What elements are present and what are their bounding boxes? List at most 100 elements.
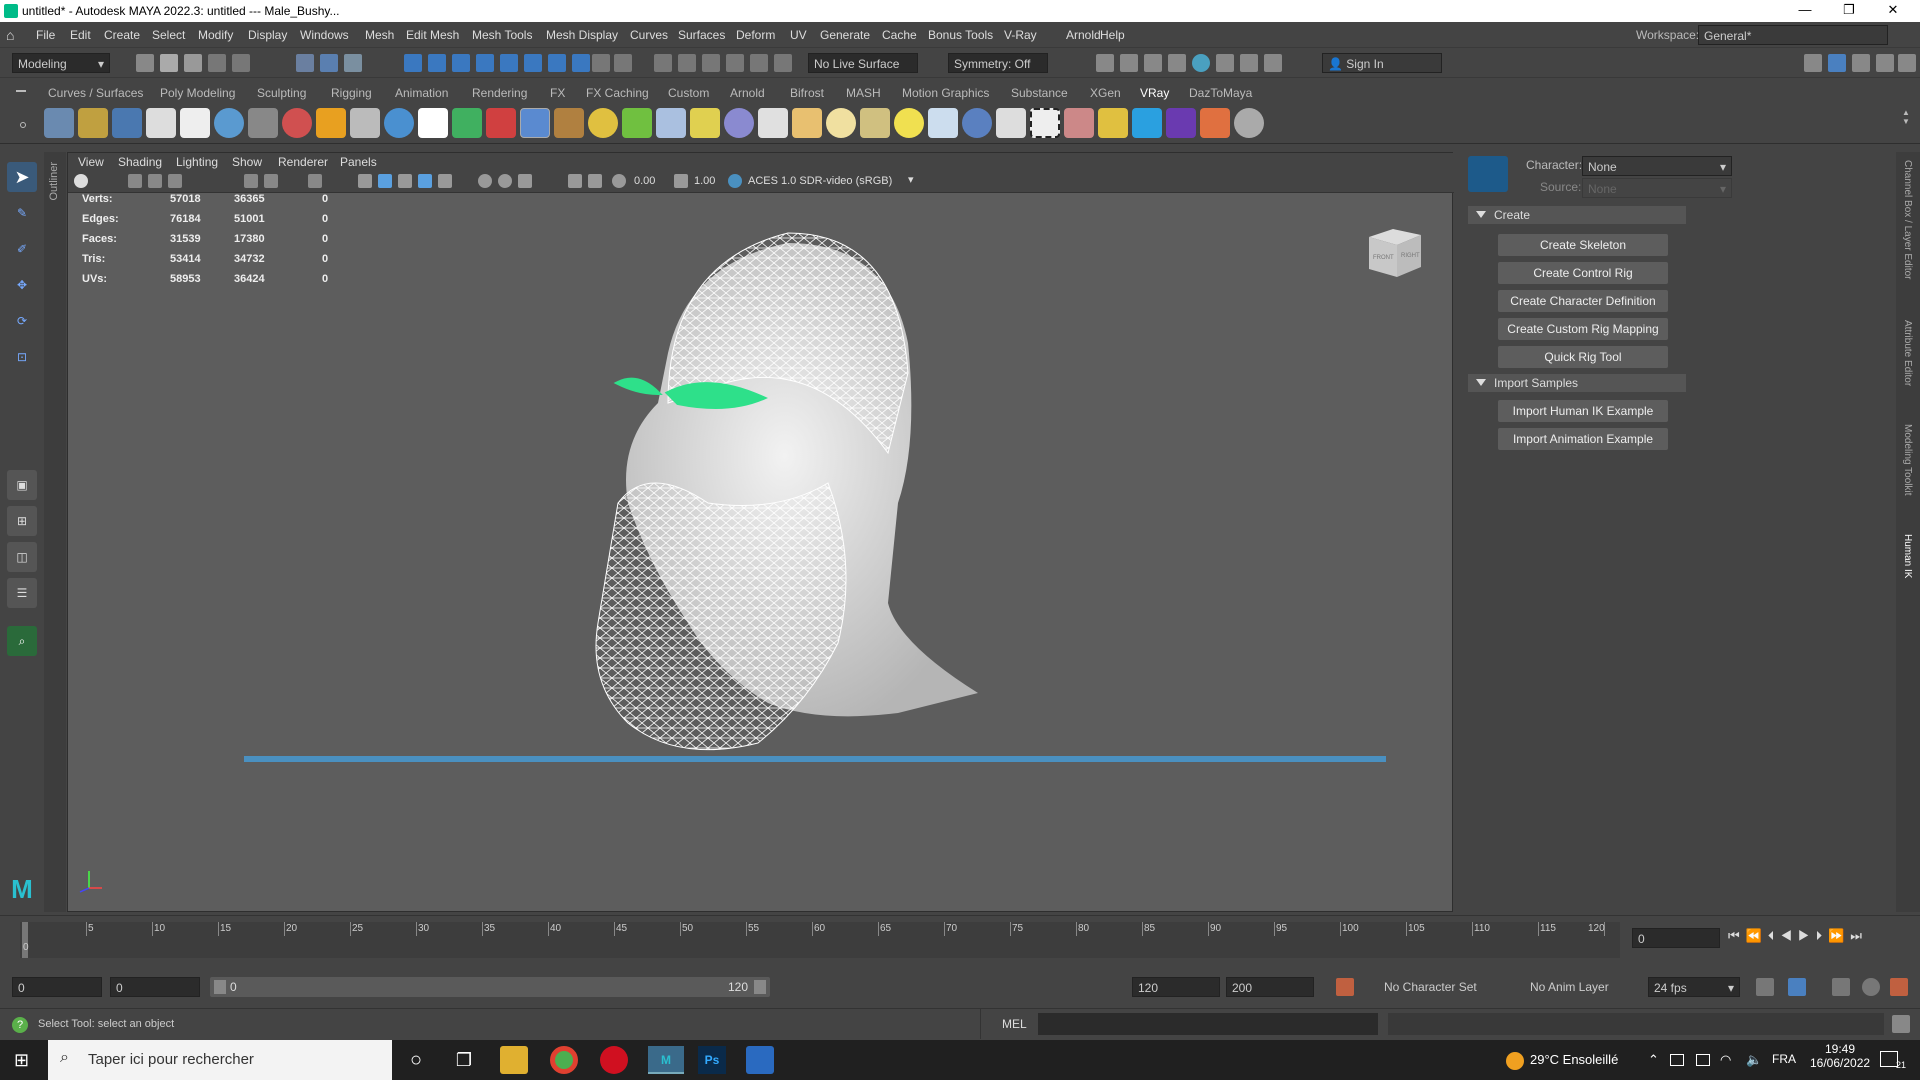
vray-asset-editor-icon[interactable] (112, 108, 142, 138)
animation-prefs-icon[interactable] (1862, 978, 1880, 996)
menu-bonus-tools[interactable]: Bonus Tools (928, 28, 993, 42)
photos-icon[interactable] (746, 1046, 774, 1074)
minimize-button[interactable]: — (1790, 2, 1820, 20)
modeling-toolkit-icon[interactable] (1804, 54, 1822, 72)
attribute-editor-toggle-icon[interactable] (1828, 54, 1846, 72)
snap-midpoint-icon[interactable] (548, 54, 566, 72)
range-slider-handle-left[interactable] (214, 980, 226, 994)
select-tool-icon[interactable]: ➤ (7, 162, 37, 192)
search-icon[interactable]: ⌕ (7, 626, 37, 656)
loop-icon[interactable] (1756, 978, 1774, 996)
weather-text[interactable]: 29°C Ensoleillé (1530, 1052, 1618, 1067)
language-indicator[interactable]: FRA (1772, 1052, 1796, 1066)
script-language-label[interactable]: MEL (1002, 1017, 1027, 1031)
menu-help[interactable]: Help (1100, 28, 1125, 42)
vray-spot-light-icon[interactable] (792, 108, 822, 138)
vray-toggle-icon[interactable] (774, 54, 792, 72)
layer-editor-toggle-icon[interactable] (1898, 54, 1916, 72)
vray-vfb-icon[interactable] (1064, 108, 1094, 138)
light-editor-icon[interactable] (1240, 54, 1258, 72)
menu-vray[interactable]: V-Ray (1004, 28, 1037, 42)
render-view-icon[interactable] (750, 54, 768, 72)
snap-help-icon[interactable] (572, 54, 590, 72)
vray-decal-icon[interactable] (554, 108, 584, 138)
close-button[interactable]: ✕ (1878, 2, 1908, 20)
sound-icon[interactable] (1832, 978, 1850, 996)
vp-menu-renderer[interactable]: Renderer (278, 155, 328, 169)
gamma-value[interactable]: 1.00 (694, 175, 715, 187)
render-sequence-icon[interactable] (1120, 54, 1138, 72)
view-transform-value[interactable]: ACES 1.0 SDR-video (sRGB) (748, 175, 892, 187)
fps-dropdown[interactable]: 24 fps ▾ (1648, 977, 1740, 997)
sign-in-dropdown[interactable]: 👤 Sign In (1322, 53, 1442, 73)
character-dropdown[interactable]: None ▾ (1582, 156, 1732, 176)
vray-ies-light-icon[interactable] (826, 108, 856, 138)
save-scene-icon[interactable] (184, 54, 202, 72)
character-set-dropdown[interactable]: No Character Set (1384, 980, 1477, 994)
side-tab-modeling-toolkit[interactable]: Modeling Toolkit (1902, 424, 1913, 496)
shelf-tab-animation[interactable]: Animation (395, 86, 448, 100)
cortana-icon[interactable]: ○ (402, 1046, 430, 1074)
photoshop-icon[interactable]: Ps (698, 1046, 726, 1074)
script-editor-icon[interactable] (1892, 1015, 1910, 1033)
render-region-icon[interactable] (1144, 54, 1162, 72)
menu-select[interactable]: Select (152, 28, 185, 42)
menu-set-dropdown[interactable]: Modeling ▾ (12, 53, 110, 73)
opera-icon[interactable] (600, 1046, 628, 1074)
menu-generate[interactable]: Generate (820, 28, 870, 42)
snap-surface-icon[interactable] (500, 54, 518, 72)
gamma-icon[interactable] (674, 174, 688, 188)
shelf-tab-xgen[interactable]: XGen (1090, 86, 1121, 100)
exposure-icon[interactable] (612, 174, 626, 188)
snapshot-icon[interactable] (1168, 54, 1186, 72)
workspace-dropdown[interactable]: General* (1698, 25, 1888, 45)
side-tab-human-ik[interactable]: Human IK (1902, 534, 1913, 578)
vray-light-icon[interactable] (146, 108, 176, 138)
history-icon[interactable] (614, 54, 632, 72)
image-plane-icon[interactable] (148, 174, 162, 188)
vray-plane-icon[interactable] (350, 108, 380, 138)
vray-cloud-icon[interactable] (1132, 108, 1162, 138)
quick-rig-tool-button[interactable]: Quick Rig Tool (1498, 346, 1668, 368)
volume-icon[interactable]: 🔈 (1746, 1052, 1762, 1068)
outliner-layout-icon[interactable]: ☰ (7, 578, 37, 608)
live-surface-field[interactable]: No Live Surface (808, 53, 918, 73)
vray-fire-icon[interactable] (316, 108, 346, 138)
view-cube-shape[interactable]: FRONT RIGHT (1363, 225, 1427, 281)
side-tab-channel-box[interactable]: Channel Box / Layer Editor (1902, 160, 1913, 280)
shelf-settings-icon[interactable] (20, 122, 26, 128)
vray-cosmos-icon[interactable] (1098, 108, 1128, 138)
vray-omni-light-icon[interactable] (894, 108, 924, 138)
resolution-gate-icon[interactable] (308, 174, 322, 188)
shelf-tab-sculpting[interactable]: Sculpting (257, 86, 306, 100)
playback-controls[interactable]: ⏮⏪⏴◀▶⏵⏩⏭ (1728, 928, 1868, 944)
rotate-tool-icon[interactable]: ⟳ (7, 306, 37, 336)
isolate-select-icon[interactable] (518, 174, 532, 188)
menu-arnold[interactable]: Arnold (1066, 28, 1101, 42)
symmetry-dropdown[interactable]: Symmetry: Off (948, 53, 1048, 73)
color-management-icon[interactable] (728, 174, 742, 188)
open-scene-icon[interactable] (160, 54, 178, 72)
paint-select-icon[interactable]: ✐ (7, 234, 37, 264)
windows-start-icon[interactable]: ⊞ (14, 1051, 32, 1069)
menu-windows[interactable]: Windows (300, 28, 349, 42)
pause-icon[interactable] (1264, 54, 1282, 72)
scale-tool-icon[interactable]: ⊡ (7, 342, 37, 372)
lasso-tool-icon[interactable]: ✎ (7, 198, 37, 228)
create-custom-rig-mapping-button[interactable]: Create Custom Rig Mapping (1498, 318, 1668, 340)
task-view-icon[interactable]: ❐ (450, 1046, 478, 1074)
camera-select-icon[interactable] (74, 174, 88, 188)
render-frame-icon[interactable] (1096, 54, 1114, 72)
film-gate-icon[interactable] (264, 174, 278, 188)
vray-fur-icon[interactable] (486, 108, 516, 138)
menu-cache[interactable]: Cache (882, 28, 917, 42)
shelf-tab-fx[interactable]: FX (550, 86, 565, 100)
shelf-tab-bifrost[interactable]: Bifrost (790, 86, 824, 100)
chevron-up-icon[interactable]: ⌃ (1648, 1052, 1659, 1068)
render-current-icon[interactable] (654, 54, 672, 72)
select-object-icon[interactable] (320, 54, 338, 72)
vp-menu-view[interactable]: View (78, 155, 104, 169)
menu-surfaces[interactable]: Surfaces (678, 28, 725, 42)
single-view-icon[interactable]: ▣ (7, 470, 37, 500)
vray-chaos-icon[interactable] (1166, 108, 1196, 138)
